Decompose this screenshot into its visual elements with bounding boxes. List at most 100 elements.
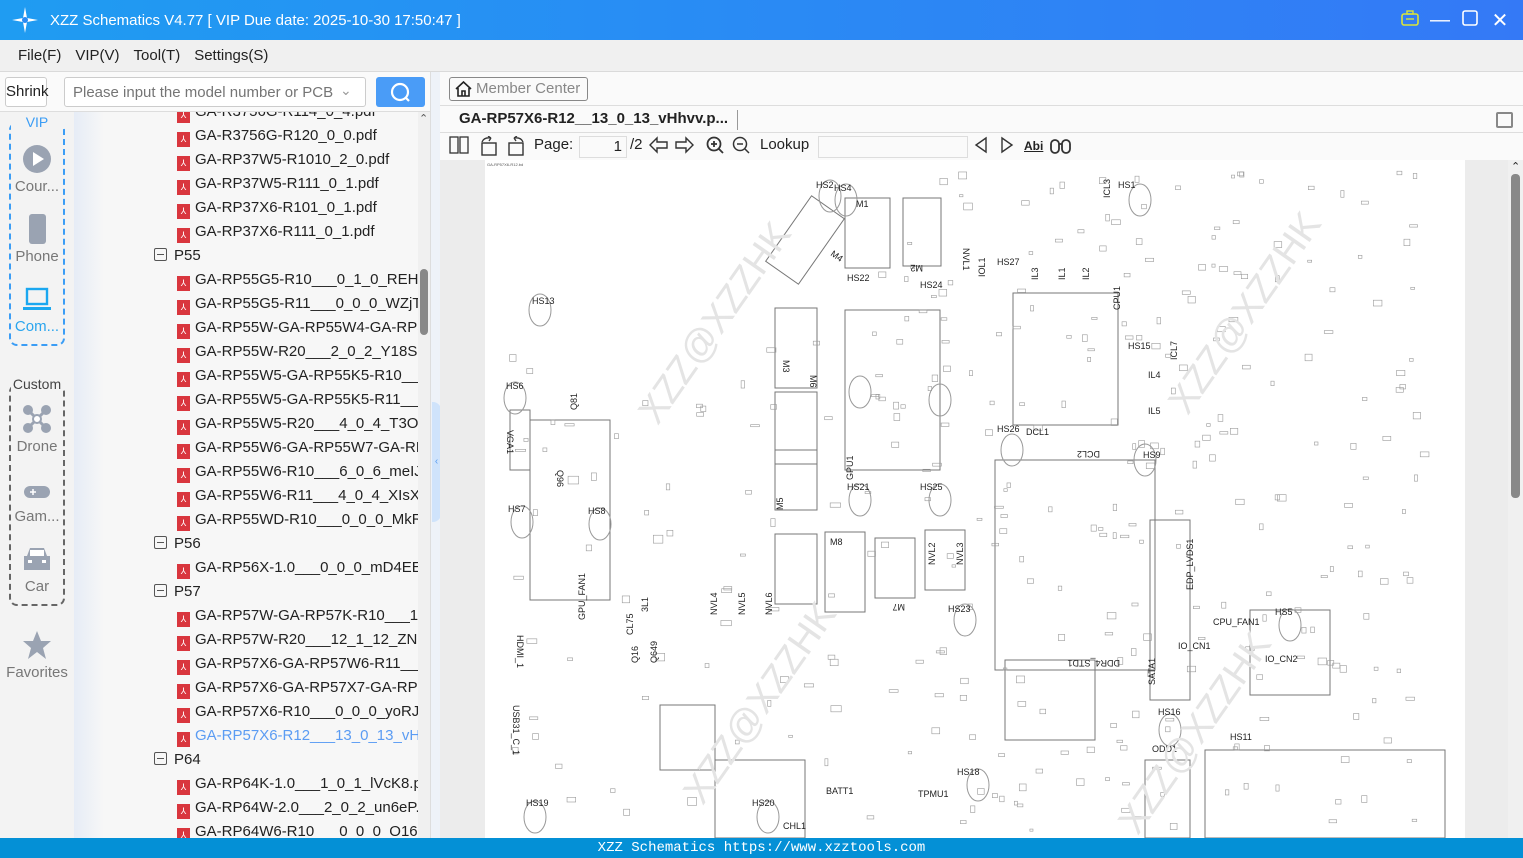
vip-briefcase-icon[interactable] — [1395, 9, 1425, 32]
tree-group[interactable]: P64 — [154, 748, 201, 772]
tree-file-item[interactable]: ⅄ GA-RP55W6-R10___6_0_6_meIJi.pdf — [177, 460, 418, 484]
tree-file-item[interactable]: ⅄ GA-RP64K-1.0___1_0_1_lVcK8.pdf — [177, 772, 418, 796]
search-input[interactable] — [64, 77, 366, 107]
nav-computer[interactable]: Com... — [0, 286, 74, 335]
binoculars-icon[interactable] — [1050, 136, 1072, 158]
tree-file-item[interactable]: ⅄ GA-RP55W-GA-RP55W4-GA-RP55 — [177, 316, 418, 340]
nav-car[interactable]: Car — [0, 546, 74, 595]
tree-file-item[interactable]: ⅄ GA-RP37X6-R101_0_1.pdf — [177, 196, 377, 220]
tree-group[interactable]: P56 — [154, 532, 201, 556]
tree-file-item[interactable]: ⅄ GA-RP55W5-GA-RP55K5-R10___1 — [177, 364, 418, 388]
tree-file-item[interactable]: ⅄ GA-R3756G-R120_0_0.pdf — [177, 124, 377, 148]
tree-file-item[interactable]: ⅄ GA-RP55W6-R11___4_0_4_XIsX9.pdf — [177, 484, 418, 508]
menu-tool[interactable]: Tool(T) — [134, 47, 181, 64]
tree-file-item[interactable]: ⅄ GA-RP57W-R20___12_1_12_ZNG8E — [177, 628, 418, 652]
maximize-button[interactable] — [1455, 9, 1485, 32]
close-button[interactable]: ✕ — [1485, 8, 1515, 33]
tree-file-item[interactable]: ⅄ GA-RP37W5-R1010_2_0.pdf — [177, 148, 389, 172]
small-component — [872, 331, 877, 336]
small-component — [1360, 200, 1369, 205]
next-page-arrow-icon[interactable] — [674, 136, 694, 158]
tree-file-item[interactable]: ⅄ GA-RP56X-1.0___0_0_0_mD4EE.pdf — [177, 556, 418, 580]
rotate-left-icon[interactable] — [479, 135, 499, 160]
small-component — [881, 541, 889, 548]
tree-file-item[interactable]: ⅄ GA-RP57X6-R10___0_0_0_yoRJ6.pdf — [177, 700, 418, 724]
small-component — [1231, 174, 1235, 179]
nav-favorites[interactable]: Favorites — [0, 630, 74, 681]
tree-file-item[interactable]: ⅄ GA-R3756G-R114_0_4.pdf — [177, 112, 376, 124]
pdf-viewer[interactable]: HS2 HS4 M1 M4 M2 NVL1 HS22 HS24 HS13 M3 M6 HS6 VGA1 G… — [440, 160, 1523, 838]
left-panel: Shrink ⌄ VIP Custom Cour... Phone Com...… — [0, 72, 441, 838]
search-button[interactable] — [376, 77, 425, 107]
small-component — [1353, 713, 1360, 720]
dual-page-icon[interactable] — [449, 136, 469, 158]
chevron-down-icon[interactable]: ⌄ — [340, 82, 352, 99]
small-component — [1350, 443, 1357, 450]
tree-file-item[interactable]: ⅄ GA-RP37W5-R111_0_1.pdf — [177, 172, 379, 196]
tree-group[interactable]: P55 — [154, 244, 201, 268]
small-component — [653, 534, 664, 544]
scroll-up-icon[interactable]: ⌃ — [419, 112, 428, 125]
tree-scrollbar[interactable]: ⌃ — [418, 112, 430, 838]
viewer-scrollbar[interactable]: ⌃ — [1508, 160, 1523, 838]
tree-file-item[interactable]: ⅄ GA-RP57X6-R12___13_0_13_vHhvv — [177, 724, 418, 748]
tree-file-item[interactable]: ⅄ GA-RP55W6-GA-RP55W7-GA-RP5 — [177, 436, 418, 460]
tree-file-item[interactable]: ⅄ GA-RP37X6-R111_0_1.pdf — [177, 220, 375, 244]
scroll-up-icon[interactable]: ⌃ — [1511, 160, 1520, 173]
tree-group[interactable]: P57 — [154, 580, 201, 604]
tree-file-item[interactable]: ⅄ GA-RP55W5-GA-RP55K5-R11___8 — [177, 388, 418, 412]
schematic-label: HS21 — [847, 482, 870, 492]
tree-item-label: GA-RP37W5-R1010_2_0.pdf — [195, 151, 390, 168]
collapse-icon[interactable] — [154, 248, 167, 261]
tree-file-item[interactable]: ⅄ GA-RP55G5-R10___0_1_0_REHK8.pdf — [177, 268, 418, 292]
rotate-right-icon[interactable] — [506, 135, 526, 160]
nav-courses[interactable]: Cour... — [0, 144, 74, 195]
tree-scroll-thumb[interactable] — [420, 269, 428, 335]
zoom-in-icon[interactable] — [706, 136, 724, 158]
menu-vip[interactable]: VIP(V) — [75, 47, 119, 64]
zoom-out-icon[interactable] — [732, 136, 750, 158]
pdf-file-icon: ⅄ — [177, 132, 190, 147]
find-next-icon[interactable] — [1000, 136, 1014, 158]
small-component — [1003, 488, 1008, 492]
schematic-page[interactable]: HS2 HS4 M1 M4 M2 NVL1 HS22 HS24 HS13 M3 M6 HS6 VGA1 G… — [485, 160, 1465, 838]
tree-file-item[interactable]: ⅄ GA-RP64W6-R10___0_0_0_O16iE.pdf — [177, 820, 418, 838]
shrink-button[interactable]: Shrink — [5, 77, 49, 107]
small-component — [1181, 290, 1191, 295]
tree-file-item[interactable]: ⅄ GA-RP57X6-GA-RP57X7-GA-RP57 — [177, 676, 418, 700]
small-component — [1297, 655, 1305, 660]
tree-file-item[interactable]: ⅄ GA-RP64W-2.0___2_0_2_un6eP.pdf — [177, 796, 418, 820]
match-text-toggle[interactable]: Abi — [1024, 139, 1043, 153]
lookup-input[interactable] — [818, 136, 968, 158]
tree-file-item[interactable]: ⅄ GA-RP57W-GA-RP57K-R10___13_0 — [177, 604, 418, 628]
small-component — [904, 276, 909, 282]
viewer-scroll-thumb[interactable] — [1511, 174, 1520, 498]
nav-games[interactable]: Gam... — [0, 480, 74, 525]
find-prev-icon[interactable] — [974, 136, 988, 158]
schematic-label: NVL4 — [709, 592, 719, 615]
tree-file-item[interactable]: ⅄ GA-RP55G5-R11___0_0_0_WZjTi.pdf — [177, 292, 418, 316]
collapse-icon[interactable] — [154, 584, 167, 597]
minimize-button[interactable]: — — [1425, 9, 1455, 32]
tree-item-label: GA-RP64W6-R10___0_0_0_O16iE.pdf — [195, 823, 418, 838]
document-tab[interactable]: GA-RP57X6-R12__13_0_13_vHhvv.p... — [459, 110, 728, 127]
nav-phone[interactable]: Phone — [0, 214, 74, 265]
collapse-icon[interactable] — [154, 752, 167, 765]
close-all-tabs-icon[interactable] — [1496, 112, 1513, 128]
tree-file-item[interactable]: ⅄ GA-RP57X6-GA-RP57W6-R11___1 — [177, 652, 418, 676]
nav-drone[interactable]: Drone — [0, 404, 74, 455]
menu-settings[interactable]: Settings(S) — [194, 47, 268, 64]
small-component — [720, 620, 732, 627]
small-component — [1165, 726, 1171, 733]
collapse-icon[interactable] — [154, 536, 167, 549]
tree-file-item[interactable]: ⅄ GA-RP55WD-R10___0_0_0_MkRW — [177, 508, 418, 532]
page-number-input[interactable]: 1 — [579, 136, 627, 158]
member-center-button[interactable]: Member Center — [449, 77, 588, 101]
tree-file-item[interactable]: ⅄ GA-RP55W-R20___2_0_2_Y18SI.pdf — [177, 340, 418, 364]
tree-file-item[interactable]: ⅄ GA-RP55W5-R20___4_0_4_T3O1Q. — [177, 412, 418, 436]
menu-file[interactable]: File(F) — [18, 47, 61, 64]
prev-page-arrow-icon[interactable] — [649, 136, 669, 158]
panel-splitter[interactable]: ‹ — [430, 72, 441, 838]
small-component — [1132, 710, 1140, 719]
small-component — [1402, 509, 1406, 514]
